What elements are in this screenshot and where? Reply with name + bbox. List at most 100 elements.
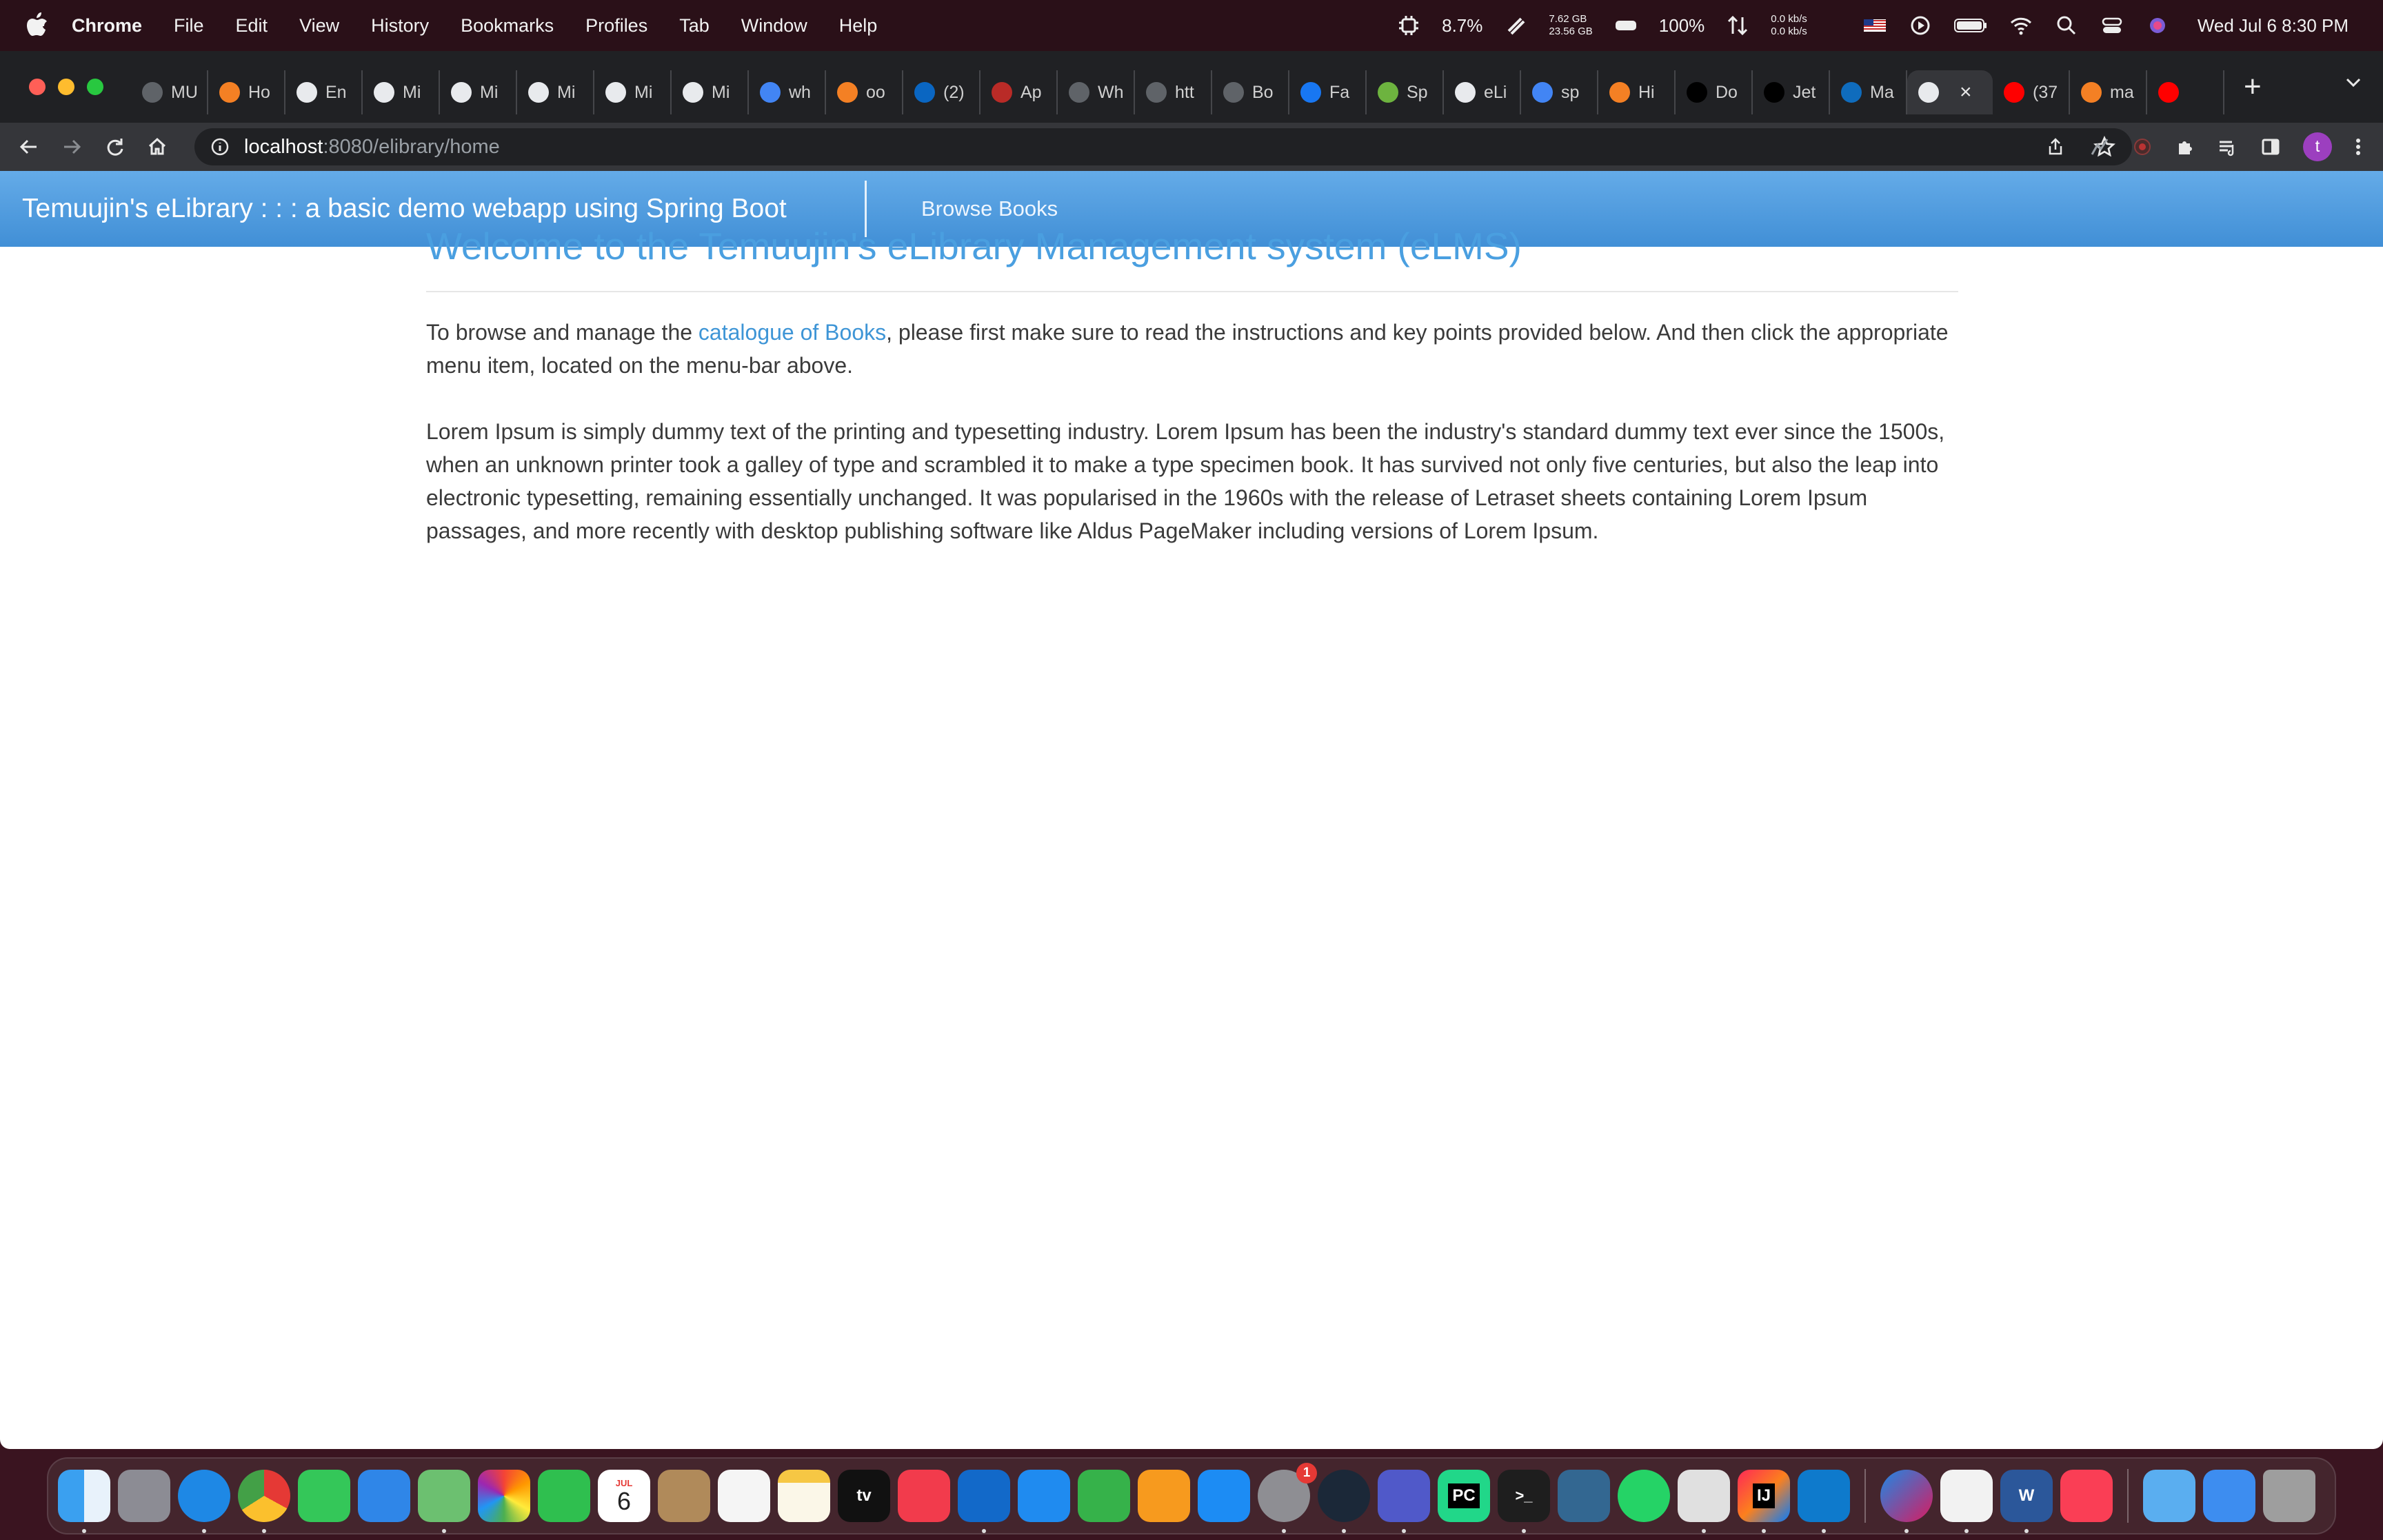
browser-tab[interactable]: sp [1521, 70, 1598, 114]
play-circle-icon[interactable] [1908, 13, 1933, 38]
news-icon[interactable] [898, 1470, 950, 1522]
network-arrows-icon[interactable] [1725, 13, 1750, 38]
browser-tab[interactable]: htt [1135, 70, 1212, 114]
extensions-puzzle-icon[interactable] [2175, 136, 2195, 157]
memory-icon[interactable] [1503, 13, 1528, 38]
close-tab-icon[interactable]: × [1960, 81, 1972, 104]
forward-button[interactable] [58, 133, 86, 161]
system-settings-icon[interactable]: 1 [1258, 1463, 1317, 1533]
apple-tv-icon[interactable]: tv [838, 1470, 890, 1522]
steam-icon[interactable] [1318, 1470, 1370, 1533]
word-icon[interactable]: W [2000, 1470, 2053, 1533]
menu-view[interactable]: View [299, 15, 339, 37]
safari-icon[interactable] [178, 1470, 230, 1533]
battery-icon[interactable] [1953, 13, 1988, 38]
menu-help[interactable]: Help [839, 15, 878, 37]
browser-tab[interactable]: Ma [1830, 70, 1907, 114]
browser-tab[interactable]: Wh [1058, 70, 1135, 114]
finder-icon[interactable] [58, 1470, 110, 1533]
facetime-icon[interactable] [538, 1470, 590, 1522]
pages-icon[interactable] [1138, 1470, 1190, 1522]
menu-profiles[interactable]: Profiles [585, 15, 647, 37]
wifi-icon[interactable] [2009, 13, 2033, 38]
browser-tab[interactable]: Ho [208, 70, 285, 114]
extension-record-icon[interactable] [2132, 136, 2153, 157]
pycharm-icon[interactable]: PC [1438, 1470, 1490, 1522]
tab-search-chevron-icon[interactable] [2343, 72, 2364, 92]
reminders-icon[interactable] [718, 1470, 770, 1522]
browser-tab[interactable]: (37 [1993, 70, 2070, 114]
apple-logo-icon[interactable] [25, 12, 48, 39]
intellij-icon[interactable]: IJ [1738, 1470, 1790, 1533]
date-time[interactable]: Wed Jul 6 8:30 PM [2198, 15, 2349, 37]
maps-icon[interactable] [418, 1470, 470, 1533]
browser-tab[interactable]: ma [2070, 70, 2147, 114]
launchpad-icon[interactable] [118, 1470, 170, 1522]
photos-icon[interactable] [478, 1470, 530, 1522]
browser-tab[interactable]: MU [131, 70, 208, 114]
menu-bookmarks[interactable]: Bookmarks [461, 15, 554, 37]
browse-books-link[interactable]: Browse Books [921, 196, 1058, 221]
notes-icon[interactable] [778, 1470, 830, 1522]
browser-tab[interactable]: Mi [440, 70, 517, 114]
browser-tab[interactable]: Mi [594, 70, 672, 114]
numbers-icon[interactable] [1078, 1470, 1130, 1522]
menu-history[interactable]: History [371, 15, 429, 37]
whatsapp-icon[interactable] [1618, 1470, 1670, 1522]
extension-pen-icon[interactable] [2089, 136, 2110, 157]
teams-icon[interactable] [1378, 1470, 1430, 1533]
close-window-button[interactable] [29, 79, 46, 95]
menu-tab[interactable]: Tab [679, 15, 710, 37]
tab-active[interactable]: × [1907, 70, 1993, 114]
vscode-icon[interactable] [1798, 1470, 1850, 1533]
browser-tab[interactable] [2147, 70, 2224, 114]
profile-avatar[interactable]: t [2303, 132, 2332, 161]
cpu-icon[interactable] [1396, 13, 1421, 38]
contacts-icon[interactable] [658, 1470, 710, 1522]
minimize-window-button[interactable] [58, 79, 74, 95]
url-text[interactable]: localhost:8080/elibrary/home [244, 136, 500, 159]
mail-icon[interactable] [358, 1470, 410, 1522]
menu-window[interactable]: Window [741, 15, 807, 37]
browser-tab[interactable]: Sp [1367, 70, 1444, 114]
address-bar[interactable]: localhost:8080/elibrary/home [194, 128, 2132, 165]
outlook-icon[interactable] [958, 1470, 1010, 1533]
site-info-icon[interactable] [210, 136, 230, 157]
app-store-icon[interactable] [1198, 1470, 1250, 1522]
browser-tab[interactable]: Mi [672, 70, 749, 114]
keynote-icon[interactable] [1018, 1470, 1070, 1522]
browser-tab[interactable]: Do [1676, 70, 1753, 114]
applications-folder-icon[interactable] [2203, 1470, 2255, 1522]
terminal-icon[interactable]: >_ [1498, 1470, 1550, 1533]
browser-tab[interactable]: En [285, 70, 363, 114]
messenger-icon[interactable] [1880, 1470, 1933, 1533]
share-icon[interactable] [2045, 136, 2066, 157]
browser-tab[interactable]: Ap [981, 70, 1058, 114]
browser-tab[interactable]: eLi [1444, 70, 1521, 114]
battery-small-icon[interactable] [1613, 13, 1638, 38]
chrome-icon[interactable] [238, 1470, 290, 1533]
postgres-icon[interactable] [1558, 1470, 1610, 1522]
textedit-icon[interactable] [1940, 1470, 1993, 1533]
control-center-icon[interactable] [2100, 13, 2124, 38]
chrome-menu-icon[interactable] [2354, 136, 2362, 157]
calendar-icon[interactable]: JUL 6 [598, 1470, 650, 1522]
browser-tab[interactable]: oo [826, 70, 903, 114]
us-flag-icon[interactable] [1862, 13, 1887, 38]
browser-tab[interactable]: Fa [1289, 70, 1367, 114]
new-tab-button[interactable]: + [2244, 70, 2262, 104]
sequel-app-icon[interactable] [1678, 1470, 1730, 1533]
zoom-window-button[interactable] [87, 79, 103, 95]
browser-tab[interactable]: Jet [1753, 70, 1830, 114]
browser-tab[interactable]: Mi [363, 70, 440, 114]
back-button[interactable] [15, 133, 43, 161]
music-icon[interactable] [2060, 1470, 2113, 1522]
siri-icon[interactable] [2145, 13, 2170, 38]
catalogue-of-books-link[interactable]: catalogue of Books [698, 320, 886, 345]
trash-icon[interactable] [2263, 1470, 2315, 1522]
browser-tab[interactable]: Bo [1212, 70, 1289, 114]
browser-tab[interactable]: wh [749, 70, 826, 114]
menu-file[interactable]: File [174, 15, 204, 37]
reload-button[interactable] [101, 133, 128, 161]
messages-icon[interactable] [298, 1470, 350, 1522]
